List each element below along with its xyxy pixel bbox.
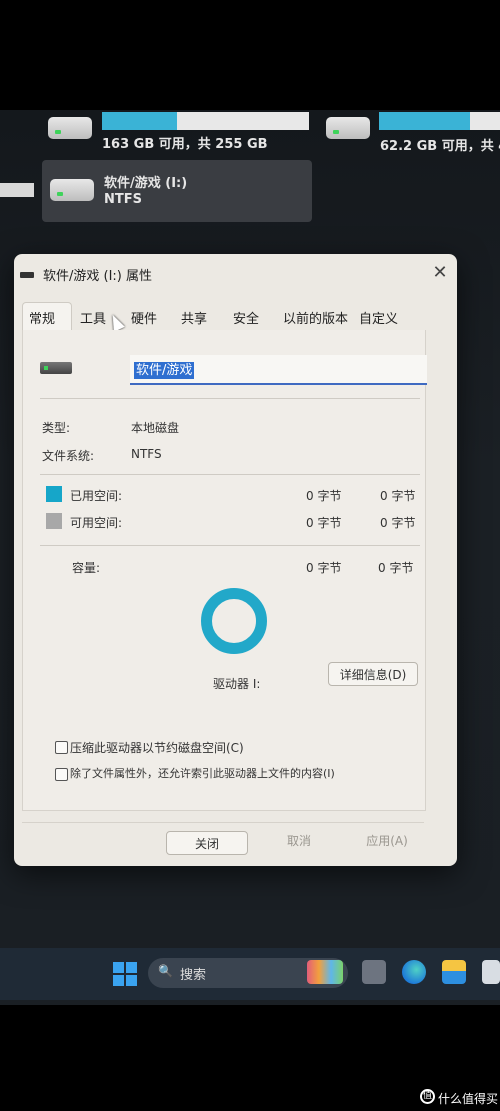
search-placeholder: 搜索 — [180, 968, 207, 983]
type-label: 类型: — [42, 421, 71, 435]
free-space-swatch — [46, 513, 62, 529]
watermark-logo-icon: 值 — [420, 1089, 435, 1104]
filesystem-value: NTFS — [131, 447, 162, 461]
drive-icon — [48, 117, 92, 139]
used-space-size: 0 字节 — [380, 489, 416, 503]
footer-divider — [22, 822, 424, 823]
file-explorer-icon[interactable] — [442, 960, 466, 984]
filesystem-label: 文件系统: — [42, 449, 95, 463]
used-space-swatch — [46, 486, 62, 502]
task-view-icon[interactable] — [362, 960, 386, 984]
close-icon[interactable]: ✕ — [430, 262, 450, 283]
search-icon: 🔍 — [158, 964, 173, 978]
store-icon[interactable] — [482, 960, 500, 984]
tab-sharing[interactable]: 共享 — [181, 308, 207, 327]
capacity-label: 容量: — [72, 561, 101, 575]
type-value: 本地磁盘 — [131, 421, 180, 435]
drive-fs: NTFS — [104, 192, 142, 207]
watermark-text: 什么值得买 — [438, 1092, 499, 1106]
capacity-bar-fill — [379, 112, 470, 130]
divider — [40, 474, 420, 475]
drive-icon — [40, 362, 72, 374]
tab-tools[interactable]: 工具 — [80, 308, 106, 327]
drive-letter-label: 驱动器 I: — [213, 677, 261, 691]
index-option-label[interactable]: 除了文件属性外，还允许索引此驱动器上文件的内容(I) — [70, 765, 335, 781]
drive-icon — [50, 179, 94, 201]
divider — [40, 545, 420, 546]
drive-capacity-text: 62.2 GB 可用，共 44 — [380, 139, 500, 154]
index-checkbox[interactable] — [55, 768, 68, 781]
edge-icon[interactable] — [402, 960, 426, 984]
free-space-size: 0 字节 — [380, 516, 416, 530]
close-button[interactable]: 关闭 — [166, 831, 248, 855]
drive-icon — [326, 117, 370, 139]
windows-start-icon[interactable] — [113, 962, 137, 986]
drive-icon — [20, 272, 34, 278]
drive-capacity-text: 163 GB 可用，共 255 GB — [102, 137, 268, 152]
volume-name-input[interactable]: 软件/游戏 — [130, 355, 427, 385]
partial-tile — [0, 183, 34, 197]
free-space-bytes: 0 字节 — [306, 516, 342, 530]
tab-security[interactable]: 安全 — [233, 308, 259, 327]
used-space-bytes: 0 字节 — [306, 489, 342, 503]
capacity-bar-fill — [102, 112, 177, 130]
used-space-label: 已用空间: — [70, 489, 123, 503]
capacity-size: 0 字节 — [378, 561, 414, 575]
apply-button[interactable]: 应用(A) — [347, 829, 427, 853]
tab-hardware[interactable]: 硬件 — [131, 308, 157, 327]
tab-customize[interactable]: 自定义 — [359, 308, 398, 327]
tab-general[interactable]: 常规 — [29, 308, 55, 327]
capacity-bar — [102, 112, 309, 130]
free-space-label: 可用空间: — [70, 516, 123, 530]
capacity-bar — [379, 112, 500, 130]
tab-previous-versions[interactable]: 以前的版本 — [283, 308, 348, 327]
capacity-bytes: 0 字节 — [306, 561, 342, 575]
compress-checkbox[interactable] — [55, 741, 68, 754]
drive-name: 软件/游戏 (I:) — [104, 176, 188, 191]
dialog-title: 软件/游戏 (I:) 属性 — [43, 269, 153, 284]
volume-name-text: 软件/游戏 — [134, 362, 195, 379]
compress-option-label[interactable]: 压缩此驱动器以节约磁盘空间(C) — [70, 739, 244, 756]
books-widget-icon[interactable] — [307, 960, 343, 984]
details-button[interactable]: 详细信息(D) — [328, 662, 418, 686]
usage-donut-chart — [201, 588, 267, 654]
divider — [40, 398, 420, 399]
cancel-button[interactable]: 取消 — [259, 829, 339, 853]
